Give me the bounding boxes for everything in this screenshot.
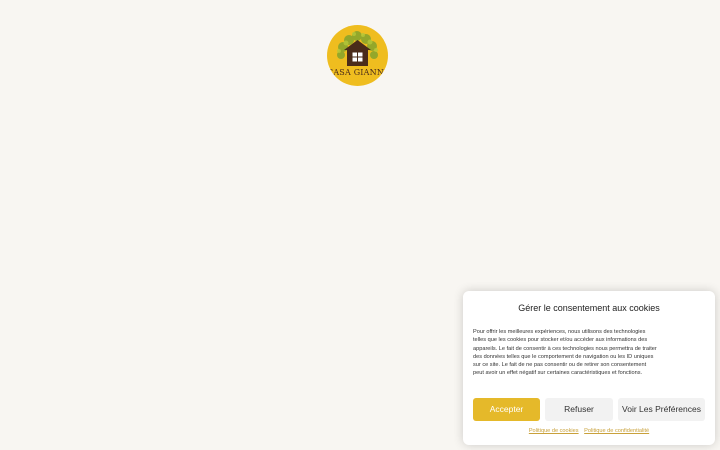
privacy-policy-link[interactable]: Politique de confidentialité: [584, 428, 649, 434]
view-preferences-button[interactable]: Voir Les Préférences: [618, 398, 705, 421]
cookie-policy-link[interactable]: Politique de cookies: [529, 428, 579, 434]
cookie-description: Pour offrir les meilleures expériences, …: [473, 329, 657, 377]
page: CASA GIANNE Gérer le consentement aux co…: [0, 0, 720, 450]
cookie-consent-dialog: Gérer le consentement aux cookies Pour o…: [463, 291, 715, 445]
accept-button[interactable]: Accepter: [473, 398, 540, 421]
site-logo[interactable]: CASA GIANNE: [327, 25, 388, 86]
refuse-button[interactable]: Refuser: [545, 398, 613, 421]
policy-links: Politique de cookies Politique de confid…: [463, 428, 715, 434]
logo-text: CASA GIANNE: [327, 68, 388, 77]
cookie-title: Gérer le consentement aux cookies: [518, 303, 660, 313]
